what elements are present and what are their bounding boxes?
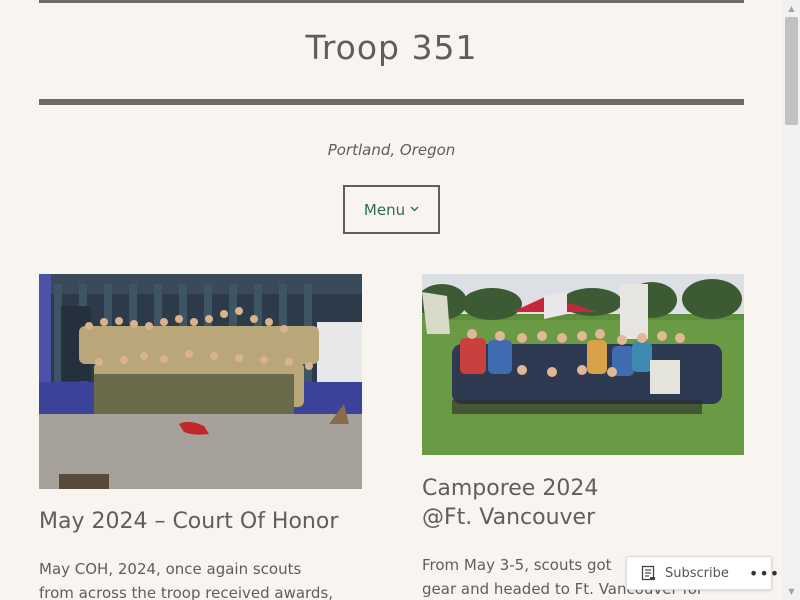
site-tagline: Portland, Oregon <box>327 141 456 159</box>
post-excerpt-court-of-honor: May COH, 2024, once again scouts from ac… <box>39 557 369 600</box>
post-title-line[interactable]: @Ft. Vancouver <box>422 503 752 532</box>
scrollbar-thumb[interactable] <box>785 17 798 125</box>
reader-icon <box>641 565 657 581</box>
subscribe-button[interactable]: Subscribe <box>665 566 729 581</box>
post-title-camporee[interactable]: Camporee 2024 @Ft. Vancouver <box>422 474 752 532</box>
header-bottom-rule <box>39 99 744 105</box>
post-title-line[interactable]: Camporee 2024 <box>422 474 752 503</box>
more-horizontal-icon[interactable]: ••• <box>749 564 780 583</box>
excerpt-line: from across the troop received awards, <box>39 584 334 600</box>
post-title-court-of-honor[interactable]: May 2024 – Court Of Honor <box>39 507 369 536</box>
scroll-down-arrow-icon[interactable]: ▼ <box>783 583 800 600</box>
site-title[interactable]: Troop 351 <box>39 28 744 67</box>
menu-label: Menu <box>363 200 406 219</box>
excerpt-line: May COH, 2024, once again scouts <box>39 560 302 578</box>
scroll-up-arrow-icon[interactable]: ▲ <box>783 0 800 17</box>
menu-button[interactable]: Menu <box>343 185 440 234</box>
chevron-down-icon <box>410 204 419 215</box>
vertical-scrollbar[interactable]: ▲ ▼ <box>783 0 800 600</box>
header-top-rule <box>39 0 744 3</box>
post-thumbnail-camporee[interactable] <box>422 274 744 455</box>
post-thumbnail-court-of-honor[interactable] <box>39 274 362 489</box>
subscribe-bar[interactable]: Subscribe ••• <box>626 556 779 590</box>
page: Troop 351 Portland, Oregon Menu May 2024… <box>0 0 783 600</box>
